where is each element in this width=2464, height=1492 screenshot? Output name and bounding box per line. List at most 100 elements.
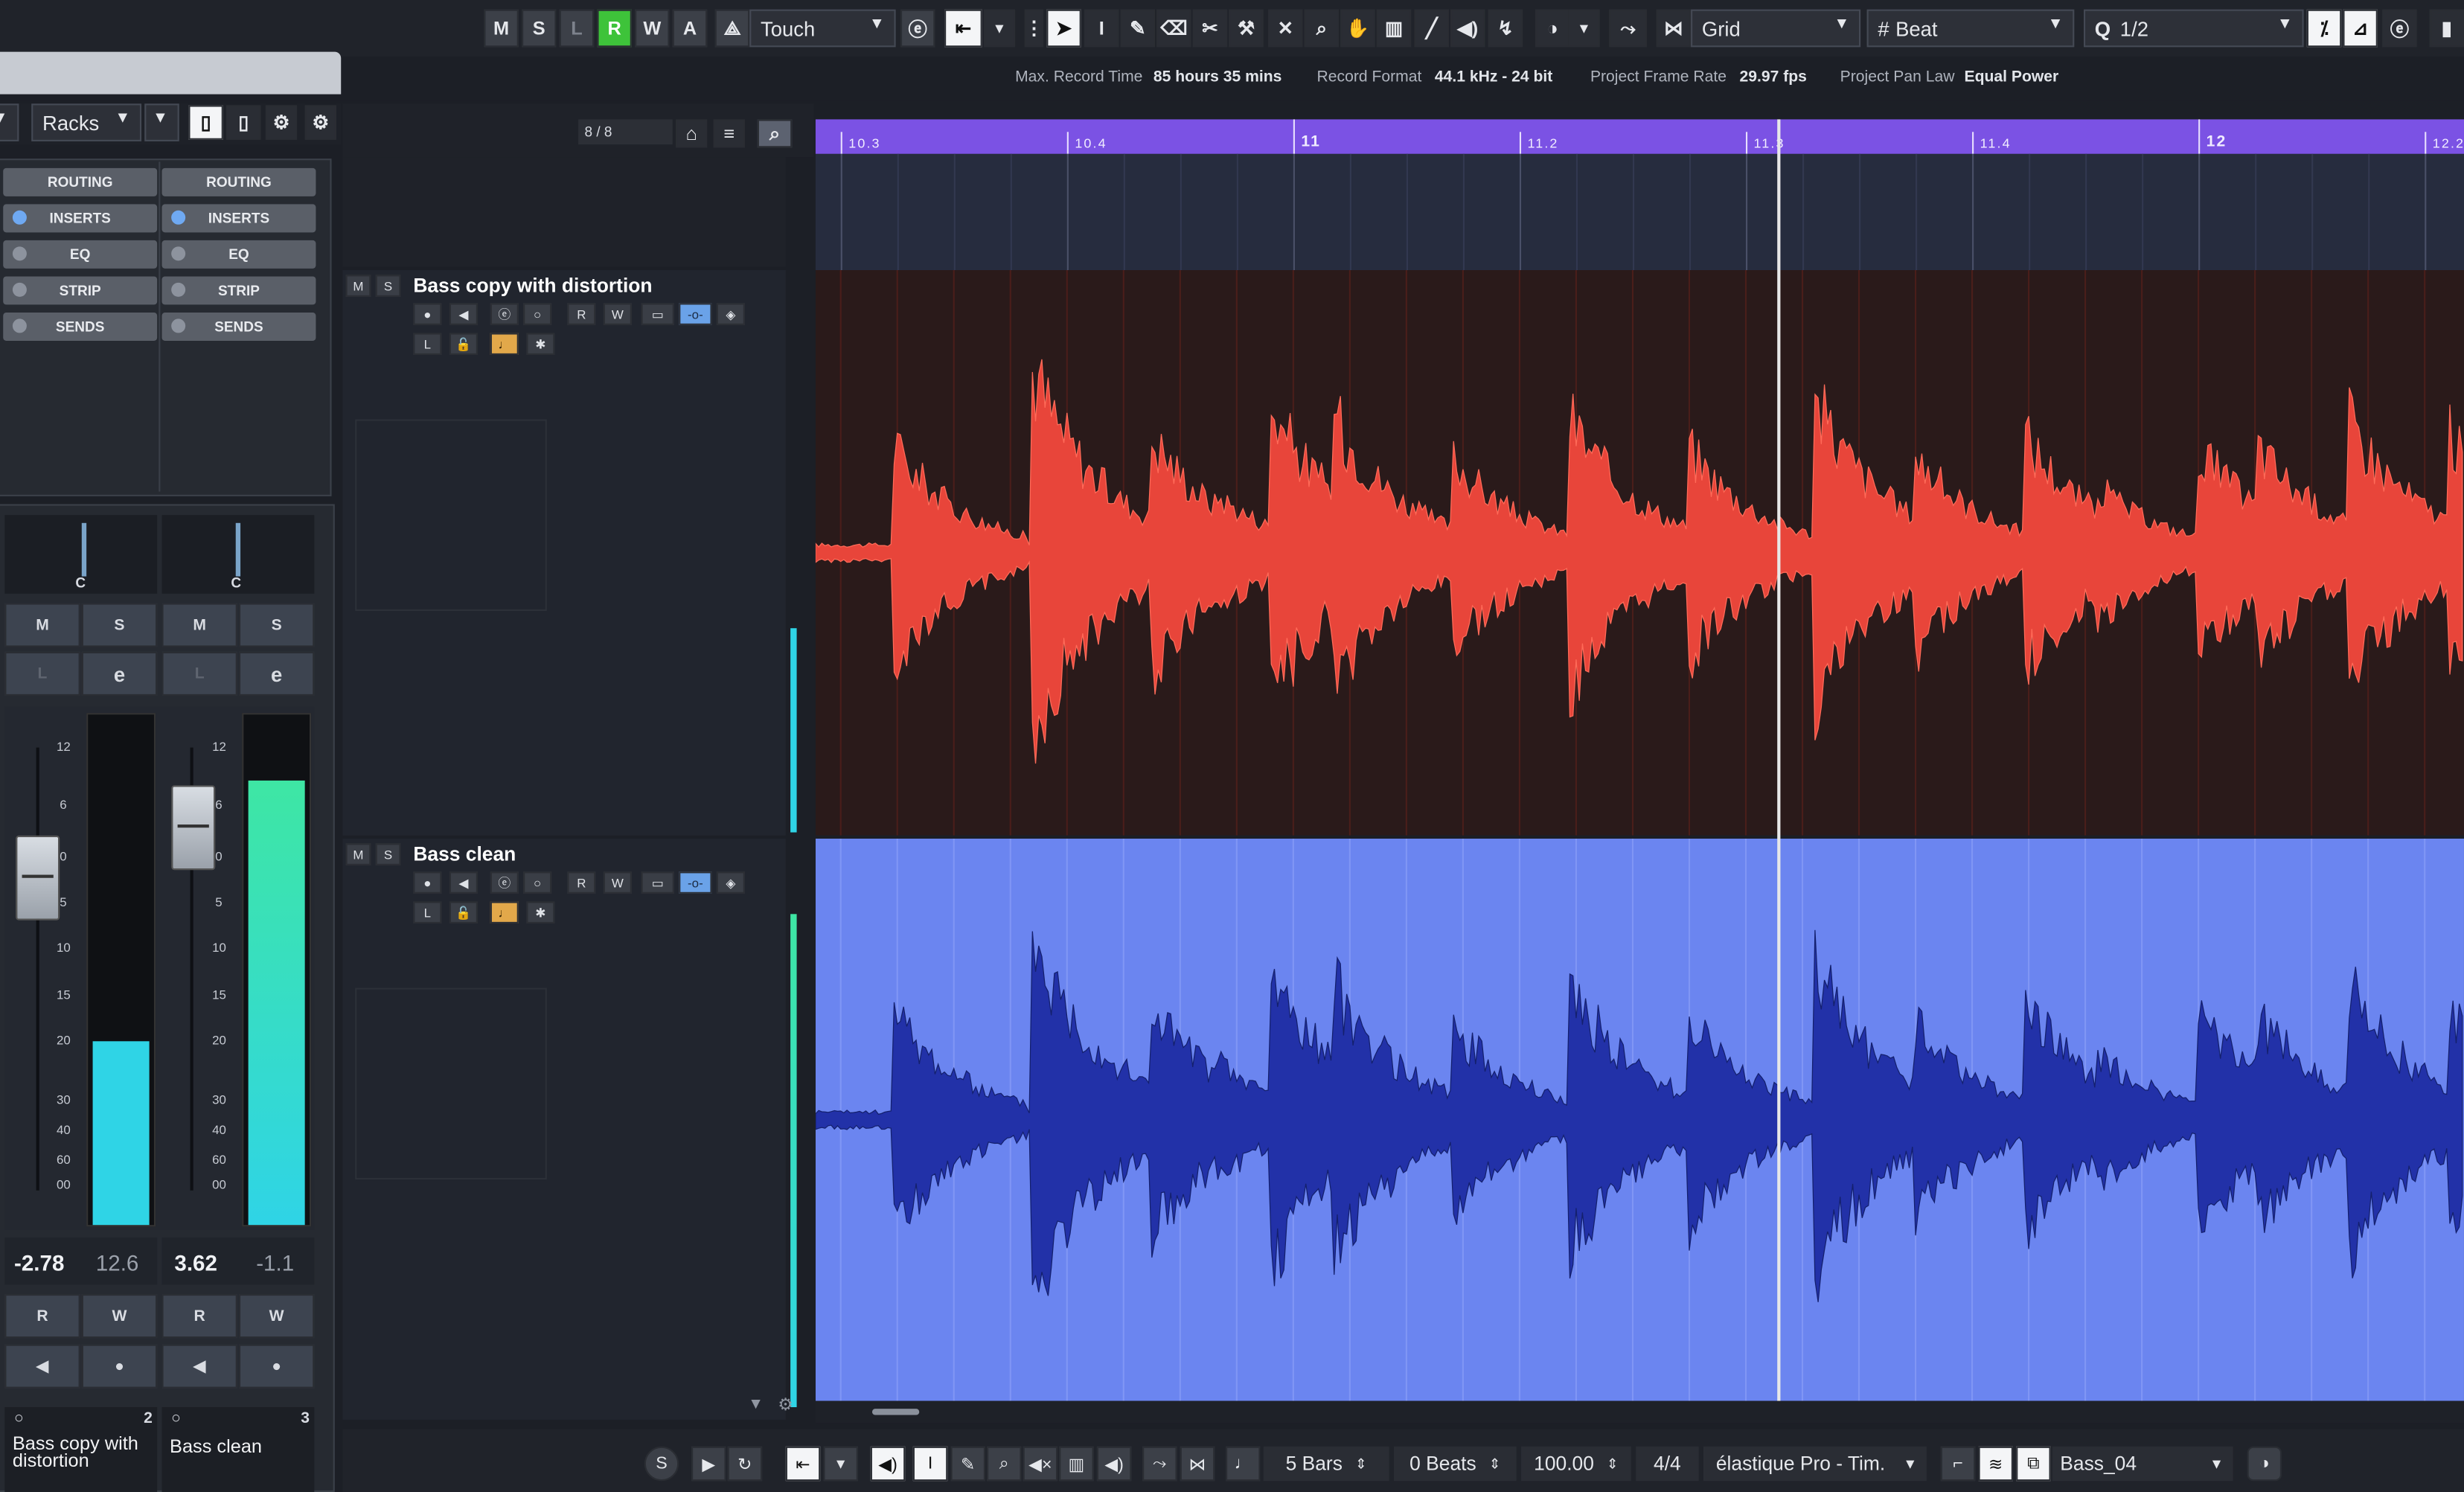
right-panel-icon[interactable]: ▯ <box>226 105 261 140</box>
volume-value[interactable]: -2.78 <box>14 1250 64 1275</box>
clip-select[interactable]: Bass_04 ▼ <box>2052 1446 2233 1482</box>
eraser-tool-icon[interactable]: ⌫ <box>1156 9 1191 48</box>
glue-tool-icon[interactable]: ⚒ <box>1229 9 1264 48</box>
drag-mode-icon[interactable]: ⇤ <box>785 1446 821 1482</box>
drag-mode-icon[interactable]: ⇤ <box>944 9 982 48</box>
listen-button[interactable]: L <box>161 651 237 696</box>
pencil-tool-icon[interactable]: ✎ <box>1120 9 1156 48</box>
record-icon[interactable]: ● <box>413 871 442 894</box>
line-tool-icon[interactable]: ╱ <box>1414 9 1449 48</box>
tempo-field[interactable]: 100.00 ⇕ <box>1521 1446 1631 1482</box>
loop-region-icon[interactable]: ⌐ <box>1940 1446 1976 1482</box>
edit-channel-button[interactable]: e <box>81 651 158 696</box>
read-automation-button[interactable]: R <box>4 1294 80 1339</box>
listen-button[interactable]: L <box>4 651 80 696</box>
max-record-value[interactable]: 85 hours 35 mins <box>1153 69 1282 86</box>
inserts-rack-button[interactable]: INSERTS <box>3 204 158 233</box>
read-automation-button[interactable]: R <box>597 9 632 48</box>
zoom-tool-icon[interactable]: ⌕ <box>1304 9 1340 48</box>
solo-all-button[interactable]: S <box>522 9 557 48</box>
musical-mode-icon[interactable]: ♩ <box>490 901 519 923</box>
monitor-button[interactable]: ◀ <box>4 1344 80 1389</box>
read-icon[interactable]: R <box>567 871 596 894</box>
strip-rack-button[interactable]: STRIP <box>161 276 316 305</box>
musical-mode-icon[interactable]: ♩ <box>490 333 519 355</box>
routing-rack-button[interactable]: ROUTING <box>161 167 316 196</box>
zoom-tool-icon[interactable]: ⌕ <box>987 1446 1022 1482</box>
layers-icon[interactable]: ⧉ <box>2016 1446 2051 1482</box>
hand-tool-icon[interactable]: ✋ <box>1340 9 1375 48</box>
listen-button[interactable]: L <box>559 9 595 48</box>
track-name[interactable]: Bass clean <box>413 843 516 865</box>
read-icon[interactable]: R <box>567 303 596 325</box>
eq-rack-button[interactable]: EQ <box>3 240 158 269</box>
timeline-mode-icon[interactable]: -o- <box>679 303 712 325</box>
stack-icon[interactable]: ≋ <box>1978 1446 2013 1482</box>
snap-icon[interactable]: ⋈ <box>1180 1446 1215 1482</box>
mute-button[interactable]: M <box>4 603 80 647</box>
track-solo-button[interactable]: S <box>375 275 401 297</box>
lanes-icon[interactable]: ▭ <box>641 871 674 894</box>
play-icon[interactable]: ▶ <box>691 1446 726 1482</box>
peak-value[interactable]: -1.1 <box>256 1250 294 1275</box>
color-menu-icon[interactable]: ◑ <box>2247 1446 2282 1482</box>
mute-tool-icon[interactable]: ◀× <box>1023 1446 1058 1482</box>
routing-rack-button[interactable]: ROUTING <box>3 167 158 196</box>
record-enable-button[interactable]: ● <box>238 1344 315 1389</box>
iterative-quantize-icon[interactable]: ⁒ <box>2306 9 2342 48</box>
pin-icon[interactable]: ◈ <box>716 303 745 325</box>
chevron-down-icon[interactable]: ▼ <box>1568 9 1600 48</box>
chevron-down-icon[interactable]: ▼ <box>983 9 1016 48</box>
sends-rack-button[interactable]: SENDS <box>161 312 316 341</box>
solo-editor-icon[interactable]: S <box>644 1446 679 1482</box>
write-automation-button[interactable]: W <box>81 1294 158 1339</box>
object-selection-tool-icon[interactable]: ➤ <box>1046 9 1081 48</box>
gear-icon[interactable]: ⚙ <box>304 105 336 140</box>
range-tool-icon[interactable]: I <box>1084 9 1119 48</box>
track-header[interactable]: M S Bass copy with distortion ● ◀ ⓔ ○ R … <box>342 270 797 836</box>
auto-scroll-icon[interactable]: ⤳ <box>1609 9 1647 48</box>
channel-name[interactable]: Bass copy with distortion <box>13 1434 157 1470</box>
lane-icon[interactable]: L <box>413 901 442 923</box>
range-tool-icon[interactable]: I <box>912 1446 948 1482</box>
suspend-automation-button[interactable]: A <box>672 9 708 48</box>
lock-icon[interactable]: 🔓 <box>449 901 478 923</box>
musical-note-icon[interactable]: ♩ <box>1226 1446 1261 1482</box>
timeline-mode-icon[interactable]: -o- <box>679 871 712 894</box>
automation-mode-select[interactable]: Touch ▼ <box>749 9 896 48</box>
edit-icon[interactable]: ⓔ <box>2382 9 2417 48</box>
sends-rack-button[interactable]: SENDS <box>3 312 158 341</box>
freeze-icon[interactable]: ○ <box>523 871 552 894</box>
chevron-down-icon[interactable]: ▼ <box>823 1446 858 1482</box>
channel-name[interactable]: Bass clean <box>170 1435 262 1458</box>
write-automation-button[interactable]: W <box>635 9 670 48</box>
lanes-icon[interactable]: ▭ <box>641 303 674 325</box>
snap-type-select[interactable]: Grid ▼ <box>1691 9 1861 48</box>
horizontal-scrollbar[interactable] <box>815 1400 2464 1424</box>
track-name[interactable]: Bass copy with distortion <box>413 275 652 297</box>
record-enable-button[interactable]: ● <box>81 1344 158 1389</box>
timeline-ruler[interactable]: 10.3 10.4 11 11.2 11.3 11.4 12 12.2 <box>815 119 2464 154</box>
speaker-icon[interactable]: ◀) <box>870 1446 906 1482</box>
edit-icon[interactable]: ⓔ <box>490 871 519 894</box>
playhead-cursor[interactable] <box>1777 119 1781 1401</box>
monitor-button[interactable]: ◀ <box>161 1344 237 1389</box>
volume-value[interactable]: 3.62 <box>174 1250 217 1275</box>
grid-type-select[interactable]: # Beat ▼ <box>1866 9 2075 48</box>
monitor-icon[interactable]: ◀ <box>449 303 478 325</box>
mute-tool-icon[interactable]: ✕ <box>1268 9 1303 48</box>
settings-icon[interactable]: ✱ <box>526 901 555 923</box>
quantize-presets-icon[interactable]: ⊿ <box>2343 9 2378 48</box>
track-header[interactable]: M S Bass clean ● ◀ ⓔ ○ R W ▭ -o- ◈ L 🔓 ♩… <box>342 839 797 1420</box>
algorithm-select[interactable]: élastique Pro - Tim. ▼ <box>1703 1446 1927 1482</box>
visibility-icon[interactable]: ⌂ <box>675 119 708 148</box>
comp-tool-icon[interactable]: ▥ <box>1059 1446 1094 1482</box>
play-tool-icon[interactable]: ◀) <box>1096 1446 1132 1482</box>
read-automation-button[interactable]: R <box>161 1294 237 1339</box>
pan-law-value[interactable]: Equal Power <box>1965 69 2059 86</box>
record-format-value[interactable]: 44.1 kHz - 24 bit <box>1435 69 1552 86</box>
peak-value[interactable]: 12.6 <box>96 1250 139 1275</box>
write-icon[interactable]: W <box>603 871 632 894</box>
length-field[interactable]: 5 Bars ⇕ <box>1263 1446 1389 1482</box>
pencil-tool-icon[interactable]: ✎ <box>950 1446 985 1482</box>
